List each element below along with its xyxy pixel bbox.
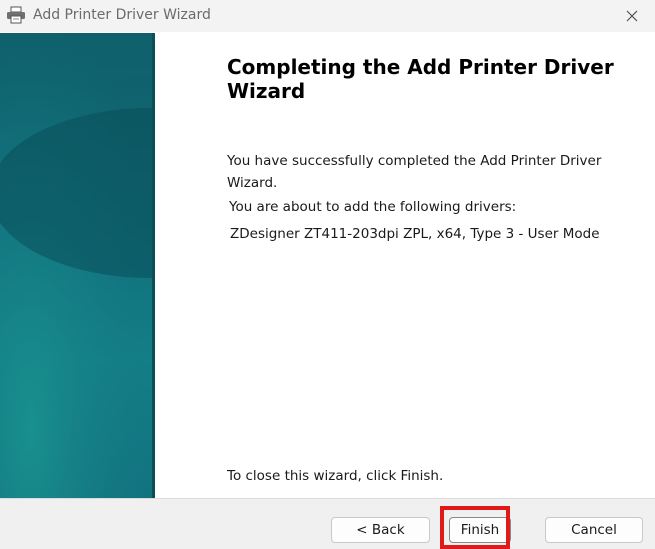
- driver-name: ZDesigner ZT411-203dpi ZPL, x64, Type 3 …: [230, 226, 600, 242]
- window-title: Add Printer Driver Wizard: [33, 7, 211, 23]
- cancel-button[interactable]: Cancel: [545, 517, 643, 543]
- close-hint: To close this wizard, click Finish.: [227, 468, 444, 484]
- page-title: Completing the Add Printer Driver Wizard: [227, 55, 614, 103]
- about-text: You are about to add the following drive…: [229, 199, 517, 215]
- close-icon: [626, 10, 638, 22]
- success-text: You have successfully completed the Add …: [227, 153, 602, 191]
- finish-button[interactable]: Finish: [449, 517, 511, 543]
- printer-icon: [6, 6, 26, 24]
- close-button[interactable]: [609, 0, 655, 32]
- wizard-banner: [0, 33, 154, 498]
- title-bar: Add Printer Driver Wizard: [0, 0, 655, 32]
- back-button[interactable]: < Back: [331, 517, 430, 543]
